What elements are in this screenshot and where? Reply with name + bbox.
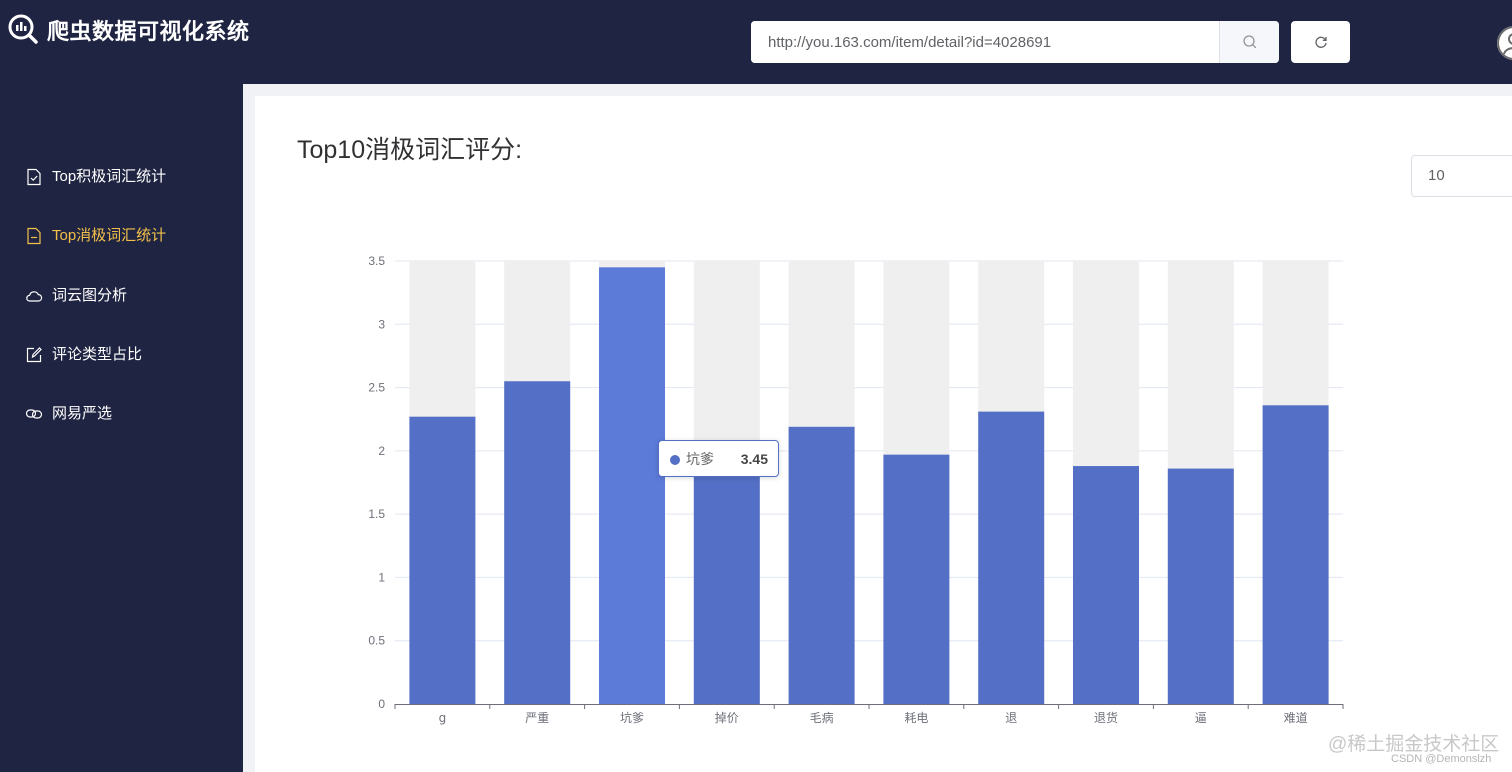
chart-tooltip: 坑爹 3.45 (658, 440, 779, 477)
x-tick-label: 掉价 (715, 711, 739, 725)
bar[interactable] (693, 457, 760, 704)
watermark-text: @稀土掘金技术社区 (1328, 734, 1500, 755)
x-tick-label: 难道 (1284, 711, 1308, 725)
bar[interactable] (599, 267, 665, 704)
bar[interactable] (1167, 468, 1234, 704)
bar[interactable] (1262, 405, 1329, 704)
x-tick-label: 毛病 (810, 710, 834, 725)
y-tick-label: 1.5 (368, 507, 385, 521)
tooltip-value: 3.45 (740, 451, 768, 467)
x-tick-label: 坑爹 (620, 710, 644, 725)
y-tick-label: 2.5 (368, 381, 385, 395)
y-tick-label: 0 (378, 697, 385, 711)
x-tick-label: 退货 (1094, 710, 1118, 725)
x-tick-label: 严重 (525, 711, 549, 725)
csdn-watermark: CSDN @Demonslzh (1391, 753, 1492, 765)
tooltip-name: 坑爹 (686, 451, 714, 467)
bar[interactable] (883, 454, 950, 704)
bar[interactable] (504, 381, 571, 704)
bar[interactable] (788, 426, 855, 704)
y-tick-label: 0.5 (368, 634, 385, 648)
bar[interactable] (978, 411, 1045, 704)
bar[interactable] (1073, 466, 1139, 704)
x-tick-label: 逼 (1195, 711, 1207, 725)
bar[interactable] (409, 416, 476, 704)
bar-chart: 00.511.522.533.5g 严重 坑爹 掉价 毛病 耗电退退货逼难道 (368, 254, 1344, 725)
x-tick-label: 退 (1005, 711, 1017, 725)
tooltip-series-dot (670, 455, 680, 465)
y-tick-label: 2 (378, 444, 385, 458)
y-tick-label: 1 (378, 570, 385, 584)
x-tick-label: 耗电 (904, 711, 928, 725)
x-tick-label: g (439, 711, 447, 725)
y-tick-label: 3.5 (368, 254, 385, 268)
y-tick-label: 3 (378, 317, 385, 331)
